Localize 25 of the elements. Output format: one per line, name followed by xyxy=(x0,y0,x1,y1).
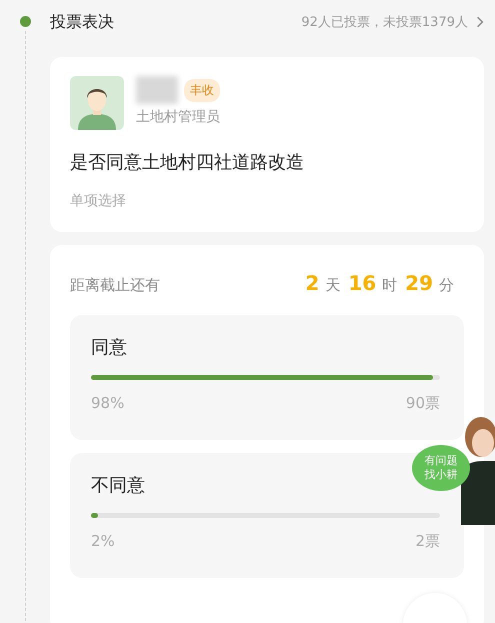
countdown-number: 29 xyxy=(405,271,433,295)
tag: 丰收 xyxy=(184,78,220,102)
countdown-unit: 分 xyxy=(439,276,454,295)
avatar xyxy=(70,76,124,130)
vote-mode: 单项选择 xyxy=(70,192,127,210)
option-percent: 98% xyxy=(91,394,124,413)
chevron-right-icon xyxy=(476,16,484,28)
countdown-number: 16 xyxy=(348,271,376,295)
author-role: 土地村管理员 xyxy=(136,108,220,126)
deadline-label: 距离截止还有 xyxy=(70,276,160,295)
section-title: 投票表决 xyxy=(50,12,114,32)
option-votes: 2票 xyxy=(415,532,440,551)
countdown-unit: 时 xyxy=(382,276,398,295)
option-percent: 2% xyxy=(91,532,115,551)
help-text: 找小耕 xyxy=(424,468,458,482)
timeline-dot xyxy=(20,16,31,27)
vote-question: 是否同意土地村四社道路改造 xyxy=(70,151,305,174)
blurred-name xyxy=(136,76,178,104)
help-text: 有问题 xyxy=(424,454,458,468)
countdown-number: 2 xyxy=(305,271,320,295)
option-label: 同意 xyxy=(91,336,127,359)
option-votes: 90票 xyxy=(406,394,440,413)
option-panel[interactable]: 同意 98% 90票 xyxy=(70,315,464,440)
option-label: 不同意 xyxy=(91,474,145,497)
countdown-unit: 天 xyxy=(325,276,340,295)
